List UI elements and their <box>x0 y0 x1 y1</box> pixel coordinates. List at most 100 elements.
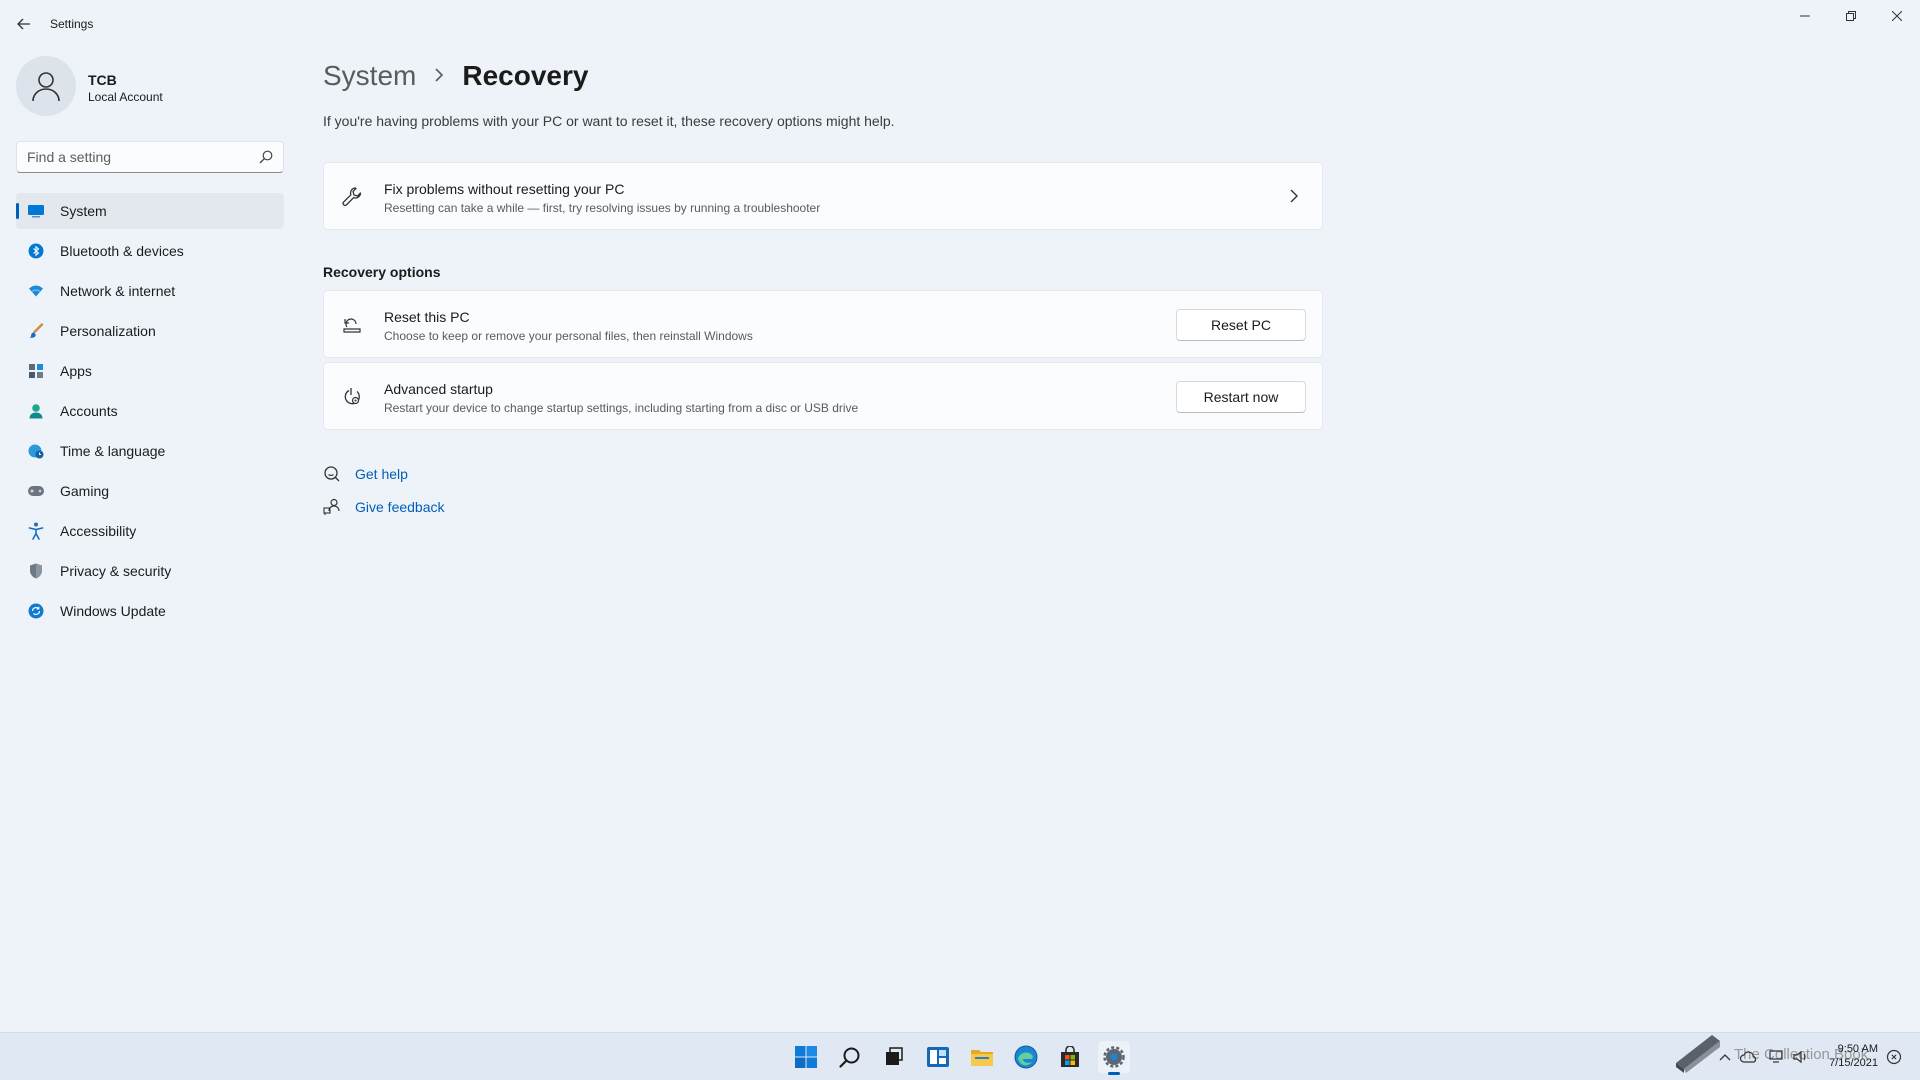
breadcrumb: System Recovery <box>323 56 588 96</box>
edge-icon <box>1014 1045 1038 1069</box>
network-tray-button[interactable] <box>1767 1047 1787 1067</box>
close-button[interactable] <box>1874 0 1920 32</box>
minimize-icon <box>1800 15 1810 17</box>
restore-button[interactable] <box>1828 0 1874 32</box>
sidebar-item-label: Accessibility <box>60 523 137 539</box>
gamepad-icon <box>26 481 46 501</box>
chevron-up-icon <box>1719 1054 1731 1061</box>
title-bar: Settings <box>0 0 1920 48</box>
sidebar-item-accounts[interactable]: Accounts <box>16 393 284 429</box>
update-icon <box>26 601 46 621</box>
search-box[interactable] <box>16 141 284 173</box>
tray-overflow-button[interactable] <box>1715 1047 1735 1067</box>
card-title: Advanced startup <box>384 381 493 397</box>
accessibility-icon <box>26 521 46 541</box>
card-subtitle: Choose to keep or remove your personal f… <box>384 329 753 343</box>
profile-name: TCB <box>88 72 117 88</box>
sidebar-item-privacy-security[interactable]: Privacy & security <box>16 553 284 589</box>
sidebar-item-apps[interactable]: Apps <box>16 353 284 389</box>
start-button[interactable] <box>790 1041 822 1073</box>
clock-date: 7/15/2021 <box>1829 1057 1878 1069</box>
card-subtitle: Restart your device to change startup se… <box>384 401 859 415</box>
sidebar-item-label: Apps <box>60 363 92 379</box>
chevron-right-icon <box>434 66 444 87</box>
sidebar-item-personalization[interactable]: Personalization <box>16 313 284 349</box>
user-profile[interactable]: TCB Local Account <box>16 56 286 118</box>
search-icon <box>839 1047 860 1068</box>
restart-now-button[interactable]: Restart now <box>1176 381 1306 413</box>
volume-tray-button[interactable] <box>1791 1047 1811 1067</box>
store-icon <box>1061 1046 1079 1067</box>
sidebar-item-gaming[interactable]: Gaming <box>16 473 284 509</box>
advanced-startup-icon <box>340 385 364 409</box>
person-icon <box>26 401 46 421</box>
search-input[interactable] <box>27 148 247 166</box>
speaker-icon <box>1793 1050 1806 1064</box>
help-icon <box>323 465 341 483</box>
page-title: Recovery <box>462 60 589 91</box>
advanced-startup-card: Advanced startup Restart your device to … <box>323 362 1323 430</box>
globe-clock-icon <box>26 441 46 461</box>
store-button[interactable] <box>1054 1041 1086 1073</box>
start-icon <box>795 1046 817 1068</box>
back-button[interactable] <box>10 12 38 36</box>
apps-icon <box>26 361 46 381</box>
close-icon <box>1892 11 1902 21</box>
wrench-icon <box>340 185 364 209</box>
sidebar-item-label: Accounts <box>60 403 118 419</box>
card-subtitle: Resetting can take a while — first, try … <box>384 201 821 215</box>
taskbar: The Collection Book 9:50 AM 7/15/2021 <box>0 1032 1920 1080</box>
file-explorer-icon <box>971 1050 993 1066</box>
widgets-icon <box>927 1047 949 1067</box>
sidebar-item-label: Gaming <box>60 483 110 499</box>
shield-icon <box>26 561 46 581</box>
sidebar-item-bluetooth[interactable]: Bluetooth & devices <box>16 233 284 269</box>
get-help-link[interactable]: Get help <box>355 466 408 482</box>
reset-pc-icon <box>340 313 364 337</box>
monitor-icon <box>26 201 46 221</box>
notification-icon <box>1886 1049 1902 1065</box>
sidebar-item-label: System <box>60 203 107 219</box>
wifi-icon <box>26 281 46 301</box>
network-icon <box>1769 1050 1783 1063</box>
settings-button[interactable] <box>1098 1041 1130 1075</box>
reset-pc-card: Reset this PC Choose to keep or remove y… <box>323 290 1323 358</box>
sidebar-item-label: Bluetooth & devices <box>60 243 184 259</box>
back-arrow-icon <box>17 18 30 30</box>
sidebar-item-system[interactable]: System <box>16 193 284 229</box>
reset-pc-button[interactable]: Reset PC <box>1176 309 1306 341</box>
give-feedback-row: Give feedback <box>323 496 445 518</box>
get-help-row: Get help <box>323 463 408 485</box>
sidebar-item-label: Personalization <box>60 323 156 339</box>
breadcrumb-system[interactable]: System <box>323 60 416 92</box>
profile-account-type: Local Account <box>88 90 163 104</box>
restore-icon <box>1846 11 1856 21</box>
feedback-icon <box>323 498 341 516</box>
app-title: Settings <box>50 17 94 31</box>
sidebar-item-label: Network & internet <box>60 283 176 299</box>
widgets-button[interactable] <box>922 1041 954 1073</box>
edge-button[interactable] <box>1010 1041 1042 1073</box>
sidebar-item-label: Privacy & security <box>60 563 172 579</box>
onedrive-button[interactable] <box>1739 1047 1759 1067</box>
sidebar-item-label: Time & language <box>60 443 166 459</box>
search-icon[interactable] <box>259 150 273 164</box>
sidebar-item-network[interactable]: Network & internet <box>16 273 284 309</box>
task-view-button[interactable] <box>878 1041 910 1073</box>
sidebar-item-windows-update[interactable]: Windows Update <box>16 593 284 629</box>
avatar <box>16 56 76 116</box>
sidebar-item-accessibility[interactable]: Accessibility <box>16 513 284 549</box>
taskbar-clock[interactable]: 9:50 AM 7/15/2021 <box>1818 1042 1878 1070</box>
taskbar-search-button[interactable] <box>834 1041 866 1073</box>
cloud-icon <box>1740 1051 1757 1063</box>
brush-icon <box>26 321 46 341</box>
settings-icon <box>1103 1046 1125 1068</box>
give-feedback-link[interactable]: Give feedback <box>355 499 445 515</box>
fix-problems-card[interactable]: Fix problems without resetting your PC R… <box>323 162 1323 230</box>
page-description: If you're having problems with your PC o… <box>323 113 895 129</box>
sidebar-item-time-language[interactable]: Time & language <box>16 433 284 469</box>
file-explorer-button[interactable] <box>966 1041 998 1073</box>
notifications-button[interactable] <box>1884 1047 1904 1067</box>
minimize-button[interactable] <box>1782 0 1828 32</box>
sidebar-item-label: Windows Update <box>60 603 166 619</box>
